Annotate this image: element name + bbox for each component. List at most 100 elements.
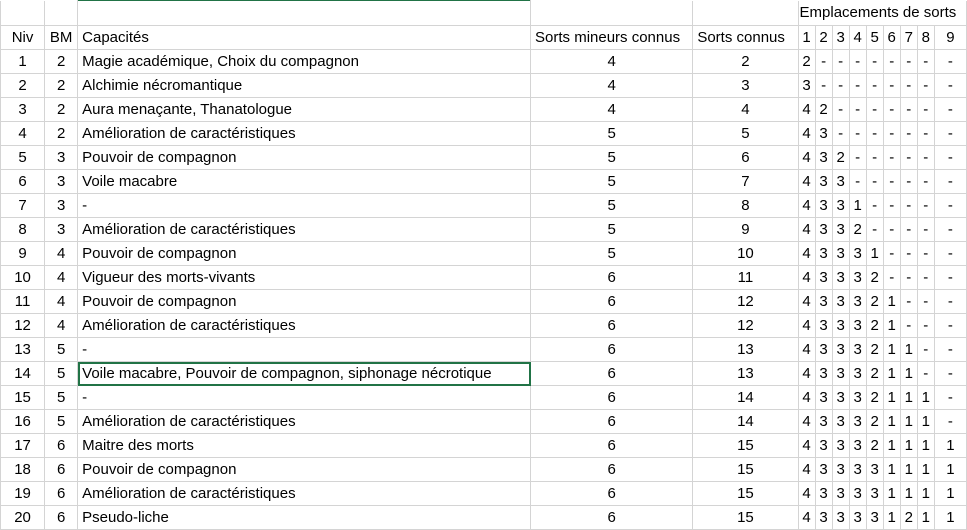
bm-cell[interactable]: 2 — [44, 49, 79, 74]
slot-cell[interactable]: - — [865, 193, 884, 218]
bm-cell[interactable]: 5 — [44, 361, 79, 386]
slot-cell[interactable]: - — [865, 73, 884, 98]
slot-cell[interactable]: 3 — [831, 241, 850, 266]
slot-cell[interactable]: 4 — [797, 313, 816, 338]
connus-cell[interactable]: 14 — [692, 409, 799, 434]
capacites-cell[interactable]: - — [77, 337, 532, 362]
slot-cell[interactable]: - — [865, 145, 884, 170]
mineurs-cell[interactable]: 6 — [530, 457, 694, 482]
slot-cell[interactable]: 1 — [899, 337, 918, 362]
slot-cell[interactable]: 2 — [865, 361, 884, 386]
bm-cell[interactable]: 4 — [44, 289, 79, 314]
slot-cell[interactable]: - — [933, 97, 967, 122]
slot-cell[interactable]: - — [933, 73, 967, 98]
slot-cell[interactable]: - — [916, 289, 935, 314]
slot-cell[interactable]: 2 — [865, 433, 884, 458]
mineurs-cell[interactable]: 4 — [530, 49, 694, 74]
cell[interactable] — [77, 0, 532, 26]
slot-cell[interactable]: - — [848, 121, 867, 146]
capacites-cell[interactable]: Amélioration de caractéristiques — [77, 409, 532, 434]
slot-cell[interactable]: 4 — [797, 241, 816, 266]
slot-cell[interactable]: 3 — [831, 265, 850, 290]
capacites-cell[interactable]: Pseudo-liche — [77, 505, 532, 530]
connus-cell[interactable]: 5 — [692, 121, 799, 146]
capacites-cell[interactable]: - — [77, 193, 532, 218]
cell[interactable] — [530, 0, 694, 26]
niv-cell[interactable]: 18 — [0, 457, 46, 482]
slot-cell[interactable]: 3 — [848, 241, 867, 266]
slot-cell[interactable]: 3 — [831, 481, 850, 506]
slot-cell[interactable]: - — [831, 121, 850, 146]
slot-cell[interactable]: - — [848, 49, 867, 74]
mineurs-cell[interactable]: 5 — [530, 217, 694, 242]
slot-cell[interactable]: 3 — [814, 265, 833, 290]
mineurs-cell[interactable]: 4 — [530, 73, 694, 98]
slot-cell[interactable]: - — [933, 193, 967, 218]
slot-cell[interactable]: 3 — [831, 505, 850, 530]
mineurs-cell[interactable]: 5 — [530, 121, 694, 146]
niv-cell[interactable]: 6 — [0, 169, 46, 194]
slot-cell[interactable]: - — [865, 217, 884, 242]
slot-cell[interactable]: 4 — [797, 217, 816, 242]
slot-cell[interactable]: - — [916, 121, 935, 146]
slot-level-header[interactable]: 2 — [814, 25, 833, 50]
slot-cell[interactable]: 4 — [797, 505, 816, 530]
slot-cell[interactable]: 2 — [865, 265, 884, 290]
slot-cell[interactable]: 2 — [865, 313, 884, 338]
slot-cell[interactable]: 4 — [797, 289, 816, 314]
slot-cell[interactable]: - — [882, 241, 901, 266]
slot-cell[interactable]: - — [831, 97, 850, 122]
slot-cell[interactable]: 3 — [831, 169, 850, 194]
slot-cell[interactable]: - — [882, 217, 901, 242]
slot-cell[interactable]: 3 — [831, 217, 850, 242]
slot-cell[interactable]: 4 — [797, 193, 816, 218]
slot-cell[interactable]: - — [899, 241, 918, 266]
niv-cell[interactable]: 5 — [0, 145, 46, 170]
capacites-cell[interactable]: Amélioration de caractéristiques — [77, 481, 532, 506]
slot-cell[interactable]: 3 — [848, 265, 867, 290]
cell[interactable] — [692, 0, 799, 26]
slot-cell[interactable]: - — [933, 265, 967, 290]
bm-cell[interactable]: 4 — [44, 241, 79, 266]
slot-cell[interactable]: 1 — [882, 337, 901, 362]
slot-cell[interactable]: 3 — [831, 361, 850, 386]
slot-cell[interactable]: 4 — [797, 97, 816, 122]
slot-cell[interactable]: - — [831, 49, 850, 74]
slot-cell[interactable]: 1 — [899, 385, 918, 410]
slot-cell[interactable]: 2 — [848, 217, 867, 242]
niv-cell[interactable]: 16 — [0, 409, 46, 434]
slot-cell[interactable]: 1 — [882, 313, 901, 338]
slot-cell[interactable]: - — [882, 193, 901, 218]
slot-cell[interactable]: - — [899, 73, 918, 98]
slot-cell[interactable]: - — [933, 145, 967, 170]
slot-cell[interactable]: - — [933, 385, 967, 410]
capacites-cell[interactable]: Amélioration de caractéristiques — [77, 313, 532, 338]
niv-cell[interactable]: 15 — [0, 385, 46, 410]
connus-cell[interactable]: 13 — [692, 337, 799, 362]
slot-cell[interactable]: 2 — [865, 337, 884, 362]
slot-cell[interactable]: 3 — [831, 409, 850, 434]
slot-cell[interactable]: 1 — [916, 409, 935, 434]
connus-cell[interactable]: 3 — [692, 73, 799, 98]
connus-cell[interactable]: 15 — [692, 433, 799, 458]
niv-cell[interactable]: 2 — [0, 73, 46, 98]
capacites-cell[interactable]: - — [77, 385, 532, 410]
niv-cell[interactable]: 14 — [0, 361, 46, 386]
cell[interactable] — [44, 0, 79, 26]
slot-cell[interactable]: - — [882, 121, 901, 146]
slot-cell[interactable]: 4 — [797, 409, 816, 434]
niv-cell[interactable]: 10 — [0, 265, 46, 290]
slot-cell[interactable]: - — [916, 73, 935, 98]
bm-cell[interactable]: 2 — [44, 73, 79, 98]
slot-cell[interactable]: 1 — [916, 457, 935, 482]
slot-cell[interactable]: - — [916, 265, 935, 290]
connus-cell[interactable]: 12 — [692, 289, 799, 314]
slot-cell[interactable]: 3 — [848, 409, 867, 434]
slot-cell[interactable]: 3 — [797, 73, 816, 98]
slot-cell[interactable]: - — [916, 337, 935, 362]
slot-cell[interactable]: 1 — [882, 433, 901, 458]
slot-cell[interactable]: - — [882, 265, 901, 290]
slot-cell[interactable]: 1 — [916, 481, 935, 506]
slot-cell[interactable]: 3 — [831, 313, 850, 338]
slot-cell[interactable]: 3 — [814, 289, 833, 314]
